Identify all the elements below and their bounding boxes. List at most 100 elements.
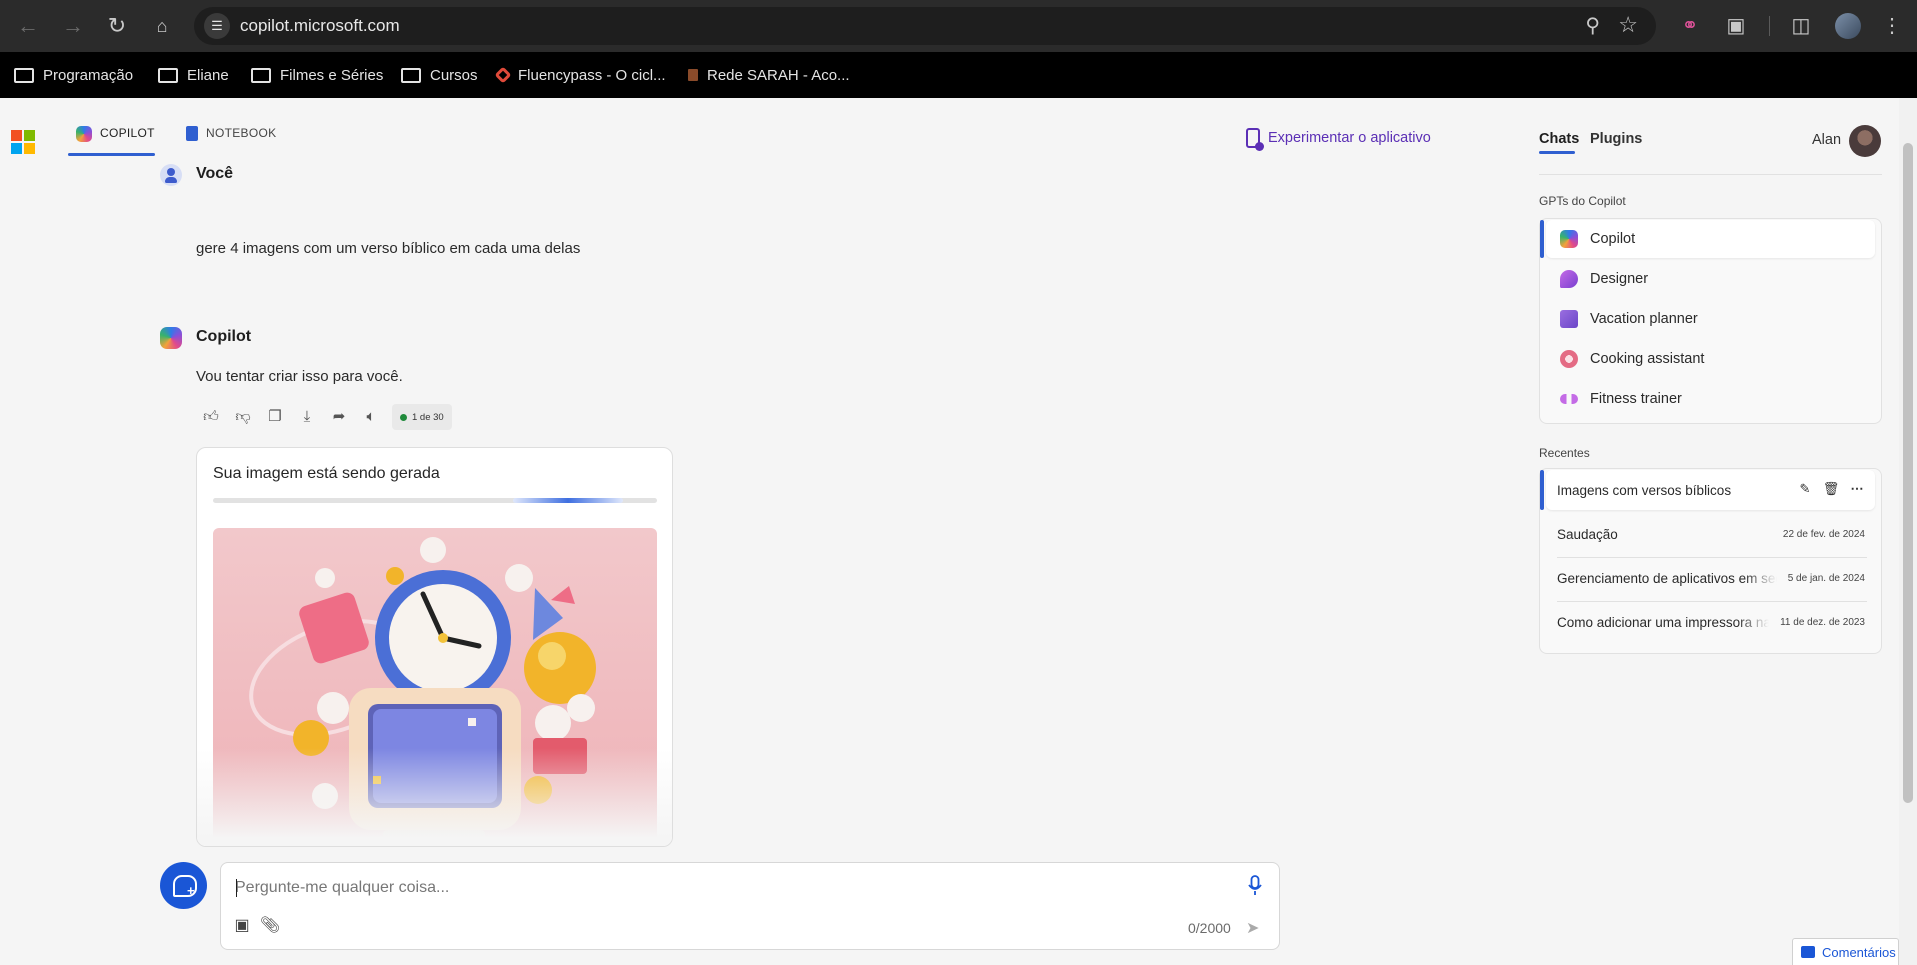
sarah-favicon [688, 69, 698, 81]
bookmark-fluencypass[interactable]: Fluencypass - O cicl... [494, 64, 666, 86]
forward-icon[interactable]: → [59, 12, 87, 40]
gpt-label: Vacation planner [1590, 311, 1698, 327]
tab-plugins[interactable]: Plugins [1590, 131, 1642, 147]
scrollbar-thumb[interactable] [1903, 143, 1913, 803]
read-aloud-icon[interactable]: 🔈︎ [360, 406, 382, 428]
edit-pencil-icon[interactable]: ✎ [1796, 480, 1814, 498]
bookmark-programacao[interactable]: Programação [14, 64, 133, 86]
copilot-page: COPILOT NOTEBOOK Experimentar o aplicati… [0, 98, 1917, 965]
bookmark-label: Rede SARAH - Aco... [707, 66, 850, 84]
image-fade-overlay [197, 748, 672, 846]
recent-item[interactable]: Imagens com versos bíblicos ✎ 🗑︎ ⋯ [1540, 470, 1875, 510]
active-sidebar-tab-indicator [1539, 151, 1575, 154]
profile-avatar[interactable] [1835, 13, 1861, 39]
phone-app-icon [1246, 128, 1264, 151]
copilot-icon [76, 126, 92, 142]
bookmark-label: Programação [43, 66, 134, 84]
active-tab-indicator [68, 153, 155, 156]
bookmark-filmes-e-series[interactable]: Filmes e Séries [251, 64, 383, 86]
dumbbell-icon [1560, 394, 1578, 404]
character-count: 0/2000 [1188, 920, 1231, 936]
gpt-item-cooking-assistant[interactable]: Cooking assistant [1546, 340, 1875, 378]
link-extension-icon[interactable]: ⚭ [1676, 12, 1704, 40]
bookmark-label: Eliane [187, 66, 229, 84]
url-text[interactable]: copilot.microsoft.com [240, 16, 400, 36]
share-icon[interactable]: ➦ [328, 406, 350, 428]
generation-progress-fill [513, 498, 623, 503]
suitcase-icon [1560, 310, 1578, 328]
feedback-icon [1801, 946, 1815, 958]
tab-label: COPILOT [100, 126, 155, 140]
status-dot [400, 413, 407, 421]
home-icon[interactable]: ⌂ [148, 12, 176, 40]
gpt-label: Copilot [1590, 231, 1636, 247]
thumbs-down-icon[interactable]: 👎︎ [232, 406, 254, 428]
chat-input[interactable] [235, 875, 1195, 901]
reload-icon[interactable]: ↻ [103, 12, 131, 40]
address-bar[interactable]: ☰ copilot.microsoft.com ⚲ ☆ [194, 7, 1656, 45]
recents-section-label: Recentes [1539, 446, 1590, 460]
send-icon[interactable]: ➤ [1246, 918, 1266, 938]
download-icon[interactable]: ⤓ [296, 406, 318, 428]
recent-title: Gerenciamento de aplicativos em segundo … [1557, 570, 1777, 586]
user-message: gere 4 imagens com um verso bíblico em c… [196, 240, 581, 257]
gpt-item-designer[interactable]: Designer [1546, 260, 1875, 298]
feedback-button[interactable]: Comentários [1792, 938, 1899, 965]
account-name[interactable]: Alan [1812, 132, 1841, 148]
toolbar-divider [1769, 16, 1770, 36]
microphone-icon[interactable] [1248, 875, 1262, 897]
account-avatar[interactable] [1849, 125, 1881, 157]
gpt-item-fitness-trainer[interactable]: Fitness trainer [1546, 380, 1875, 418]
bookmark-rede-sarah[interactable]: Rede SARAH - Aco... [688, 64, 850, 86]
folder-icon [401, 67, 421, 83]
back-icon[interactable]: ← [14, 12, 42, 40]
bookmark-eliane[interactable]: Eliane [158, 64, 229, 86]
try-app-link[interactable]: Experimentar o aplicativo [1246, 128, 1431, 151]
site-info-icon[interactable]: ☰ [204, 13, 230, 39]
extensions-icon[interactable]: ▣ [1722, 12, 1750, 40]
bookmark-star-icon[interactable]: ☆ [1618, 12, 1638, 38]
tab-notebook[interactable]: NOTEBOOK [186, 126, 276, 156]
sidebar-divider [1539, 174, 1882, 175]
user-name: Você [196, 165, 234, 182]
microsoft-logo[interactable] [11, 130, 35, 154]
text-cursor [236, 879, 237, 897]
tab-label: NOTEBOOK [206, 126, 277, 140]
side-panel-icon[interactable]: ◫ [1787, 12, 1815, 40]
recent-item[interactable]: Gerenciamento de aplicativos em segundo … [1546, 558, 1875, 598]
tab-copilot[interactable]: COPILOT [76, 126, 155, 156]
chat-composer: ▣ 📎︎ 0/2000 ➤ [220, 862, 1280, 950]
notebook-icon [186, 126, 198, 141]
gpt-item-copilot[interactable]: Copilot [1540, 220, 1875, 258]
more-options-icon[interactable]: ⋯ [1848, 480, 1866, 498]
designer-icon [1560, 270, 1578, 288]
folder-icon [158, 67, 178, 83]
copilot-icon [1560, 230, 1578, 248]
gpt-item-vacation-planner[interactable]: Vacation planner [1546, 300, 1875, 338]
chrome-menu-icon[interactable]: ⋮ [1878, 12, 1906, 40]
feedback-label: Comentários [1822, 944, 1896, 960]
gpt-label: Cooking assistant [1590, 351, 1705, 367]
bookmark-label: Fluencypass - O cicl... [518, 66, 666, 84]
bookmark-cursos[interactable]: Cursos [401, 64, 478, 86]
thumbs-up-icon[interactable]: 👍︎ [200, 406, 222, 428]
user-avatar-icon [160, 164, 182, 186]
visual-search-icon[interactable]: ▣ [231, 915, 253, 937]
zoom-icon[interactable]: ⚲ [1585, 13, 1600, 38]
new-topic-button[interactable] [160, 862, 207, 909]
tab-chats[interactable]: Chats [1539, 131, 1579, 147]
recent-item[interactable]: Como adicionar uma impressora na rede 11… [1546, 602, 1875, 642]
page-scrollbar[interactable] [1899, 98, 1917, 965]
response-counter: 1 de 30 [392, 404, 452, 430]
copy-icon[interactable]: ❐ [264, 406, 286, 428]
recent-item[interactable]: Saudação 22 de fev. de 2024 [1546, 514, 1875, 554]
image-generation-card: Sua imagem está sendo gerada [196, 447, 673, 847]
bookmarks-bar: Programação Eliane Filmes e Séries Curso… [0, 52, 1917, 98]
gpt-label: Designer [1590, 271, 1649, 287]
message-actions: 👍︎ 👎︎ ❐ ⤓ ➦ 🔈︎ 1 de 30 [200, 403, 452, 431]
browser-toolbar: ← → ↻ ⌂ ☰ copilot.microsoft.com ⚲ ☆ ⚭ ▣ … [0, 0, 1917, 52]
delete-trash-icon[interactable]: 🗑︎ [1822, 480, 1840, 498]
attach-paperclip-icon[interactable]: 📎︎ [259, 915, 281, 937]
donut-icon [1560, 350, 1578, 368]
generation-status-title: Sua imagem está sendo gerada [213, 465, 440, 482]
